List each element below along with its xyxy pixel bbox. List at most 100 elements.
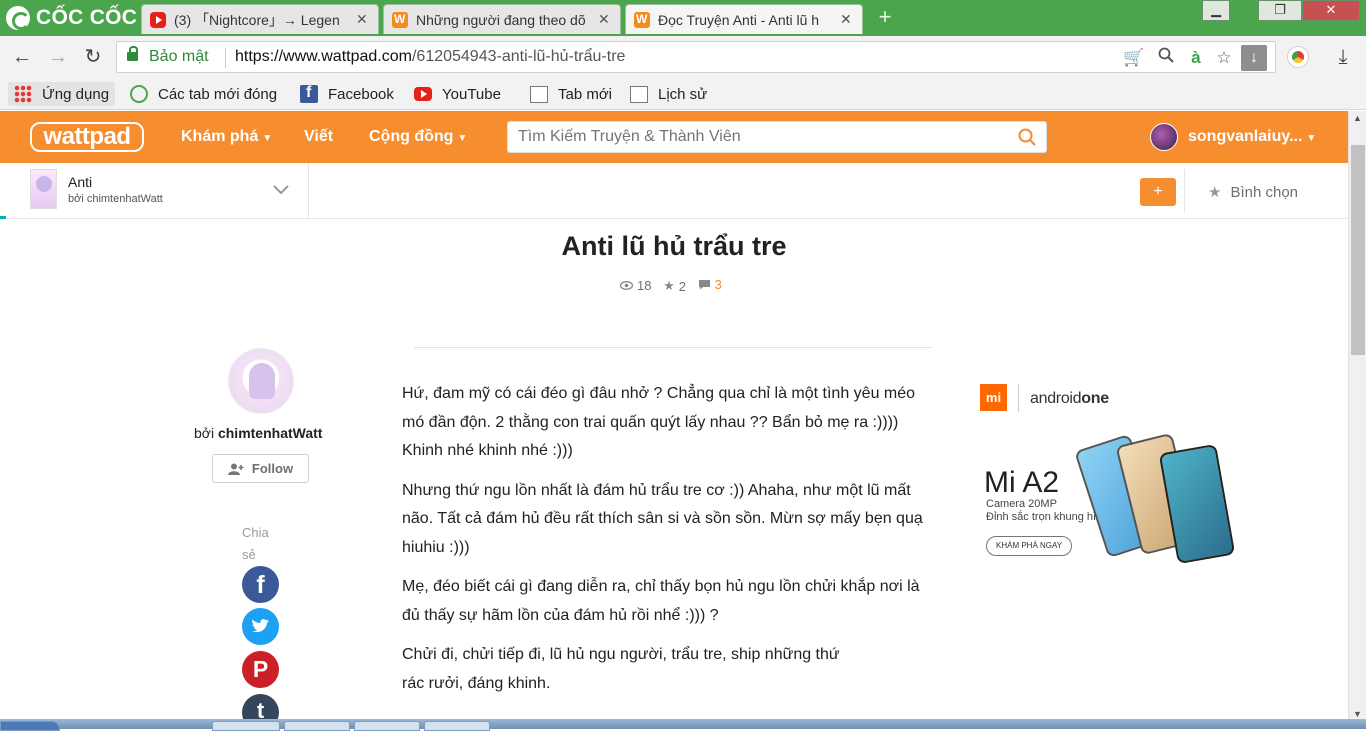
downloads-icon[interactable]: ⤓ xyxy=(1330,44,1356,70)
close-tab-icon[interactable]: ✕ xyxy=(356,11,370,28)
bookmark-recent-tabs[interactable]: Các tab mới đóng xyxy=(130,82,277,106)
nav-write[interactable]: Viết xyxy=(304,128,333,146)
author-prefix: bởi xyxy=(194,425,215,441)
taskbar-item[interactable] xyxy=(284,721,350,731)
tab-title: Những người đang theo dõ xyxy=(416,11,586,28)
story-cover[interactable] xyxy=(30,169,57,209)
scroll-thumb[interactable] xyxy=(1351,145,1365,355)
share-label: Chia sẻ xyxy=(242,525,269,562)
tab-title: Đọc Truyện Anti - Anti lũ h xyxy=(658,11,820,28)
user-avatar[interactable] xyxy=(1150,123,1178,151)
bookmarks-bar: Ứng dụng Các tab mới đóng Facebook YouTu… xyxy=(0,78,1366,110)
paragraph: Mẹ, đéo biết cái gì đang diễn ra, chỉ th… xyxy=(402,578,920,624)
bookmark-history[interactable]: Lịch sử xyxy=(628,82,707,106)
bookmark-facebook[interactable]: Facebook xyxy=(300,82,394,106)
coccoc-logo[interactable]: CỐC CỐC xyxy=(6,4,138,32)
taskbar-item[interactable] xyxy=(424,721,490,731)
url-host: https://www.wattpad.com xyxy=(235,48,412,65)
vietnamese-typing-icon[interactable]: à xyxy=(1185,47,1207,69)
address-bar[interactable]: Bảo mật https://www.wattpad.com/61205494… xyxy=(116,41,1276,73)
votes-stat: ★ 2 xyxy=(663,278,686,294)
close-tab-icon[interactable]: ✕ xyxy=(598,11,612,28)
bookmark-new-tab[interactable]: Tab mới xyxy=(528,82,612,106)
story-title[interactable]: Anti xyxy=(68,174,92,190)
reads-stat: 18 xyxy=(620,278,651,293)
nav-discover[interactable]: Khám phá ▼ xyxy=(181,128,272,146)
page-icon xyxy=(630,85,648,103)
divider xyxy=(414,347,932,348)
add-to-library-button[interactable]: + xyxy=(1140,178,1176,206)
divider xyxy=(225,48,226,68)
scroll-down-icon[interactable]: ▼ xyxy=(1353,709,1362,719)
wattpad-logo[interactable]: wattpad xyxy=(30,122,144,152)
comments-stat[interactable]: 3 xyxy=(698,277,722,292)
taskbar-item[interactable] xyxy=(354,721,420,731)
pinterest-share-icon[interactable]: P xyxy=(242,651,279,688)
url-path: /612054943-anti-lũ-hủ-trẩu-tre xyxy=(411,48,626,65)
browser-tab-youtube[interactable]: (3) 「Nightcore」→ Legen ✕ xyxy=(141,4,379,34)
reload-button[interactable]: ↻ xyxy=(80,44,106,70)
star-icon: ★ xyxy=(663,278,675,293)
user-menu[interactable]: songvanlaiuy... ▼ xyxy=(1188,128,1316,146)
paragraph: Chửi đi, chửi tiếp đi, lũ hủ ngu người, … xyxy=(402,646,840,692)
download-video-icon[interactable]: ↓ xyxy=(1241,45,1267,71)
author-avatar[interactable] xyxy=(228,348,294,414)
browser-tabstrip: CỐC CỐC (3) 「Nightcore」→ Legen ✕ Những n… xyxy=(0,0,1366,36)
bookmark-apps[interactable]: Ứng dụng xyxy=(8,82,116,106)
one-text: one xyxy=(1081,390,1109,407)
divider xyxy=(1018,384,1019,412)
close-tab-icon[interactable]: ✕ xyxy=(840,11,854,28)
vote-button[interactable]: ★ Bình chọn xyxy=(1208,183,1298,202)
bookmark-youtube[interactable]: YouTube xyxy=(414,82,501,106)
chapter-title: Anti lũ hủ trẩu tre xyxy=(561,231,787,261)
new-tab-button[interactable]: + xyxy=(874,6,896,28)
url-text[interactable]: https://www.wattpad.com/612054943-anti-l… xyxy=(235,48,625,66)
story-author: bởi chimtenhatWatt xyxy=(68,193,163,205)
author-name[interactable]: chimtenhatWatt xyxy=(218,425,322,441)
android-text: android xyxy=(1030,390,1082,407)
comment-icon xyxy=(698,280,710,290)
minimize-button[interactable]: ▁ xyxy=(1202,0,1230,21)
tab-title: (3) 「Nightcore」→ Legen xyxy=(174,11,340,28)
start-button[interactable] xyxy=(0,721,60,731)
paragraph: Hứ, đam mỹ có cái đéo gì đâu nhở ? Chẳng… xyxy=(402,385,916,459)
bookmark-label: Các tab mới đóng xyxy=(158,85,278,103)
bookmark-star-icon[interactable]: ☆ xyxy=(1213,47,1235,69)
advertisement[interactable]: mi androidone Mi A2 Camera 20MP Đỉnh sắc… xyxy=(978,378,1238,578)
close-window-button[interactable]: ✕ xyxy=(1302,0,1360,21)
zoom-icon[interactable] xyxy=(1155,47,1177,69)
chevron-down-icon[interactable] xyxy=(272,180,290,198)
facebook-share-icon[interactable]: f xyxy=(242,566,279,603)
nav-community[interactable]: Cộng đồng ▼ xyxy=(369,128,467,146)
nav-label: Cộng đồng xyxy=(369,128,454,145)
ad-cta-button[interactable]: KHÁM PHÁ NGAY xyxy=(986,536,1073,556)
taskbar-item[interactable] xyxy=(212,721,280,731)
follow-button[interactable]: Follow xyxy=(212,454,309,483)
follow-label: Follow xyxy=(251,461,294,476)
security-label[interactable]: Bảo mật xyxy=(149,48,209,66)
nav-label: Khám phá xyxy=(181,128,259,145)
scroll-up-icon[interactable]: ▲ xyxy=(1353,113,1362,123)
search-box xyxy=(507,121,1047,153)
wattpad-header: wattpad Khám phá▼ Viết Cộng đồng▼ songva… xyxy=(0,111,1348,163)
browser-tab-active[interactable]: Đọc Truyện Anti - Anti lũ h ✕ xyxy=(625,4,863,34)
back-button[interactable]: ← xyxy=(9,44,35,70)
restore-button[interactable]: ❐ xyxy=(1258,0,1302,21)
wattpad-icon xyxy=(392,11,408,28)
chapter-stats: 18 ★ 2 3 xyxy=(620,277,730,294)
forward-button[interactable]: → xyxy=(45,44,71,70)
shopping-cart-icon[interactable]: 🛒 xyxy=(1123,47,1145,69)
search-icon[interactable] xyxy=(1018,128,1036,146)
bookmark-label: Tab mới xyxy=(558,85,613,103)
facebook-icon xyxy=(300,84,318,103)
mi-logo: mi xyxy=(980,384,1007,411)
bookmark-label: Facebook xyxy=(328,85,394,103)
browser-tab-followers[interactable]: Những người đang theo dõ ✕ xyxy=(383,4,621,34)
caret-down-icon: ▼ xyxy=(262,133,273,144)
twitter-share-icon[interactable] xyxy=(242,608,279,645)
search-input[interactable] xyxy=(508,122,1008,152)
ad-tagline: Đỉnh sắc trọn khung hình xyxy=(986,511,1109,523)
comments-count: 3 xyxy=(714,277,722,292)
page-scrollbar[interactable]: ▲ ▼ xyxy=(1348,111,1366,721)
extension-icon[interactable] xyxy=(1288,47,1308,67)
